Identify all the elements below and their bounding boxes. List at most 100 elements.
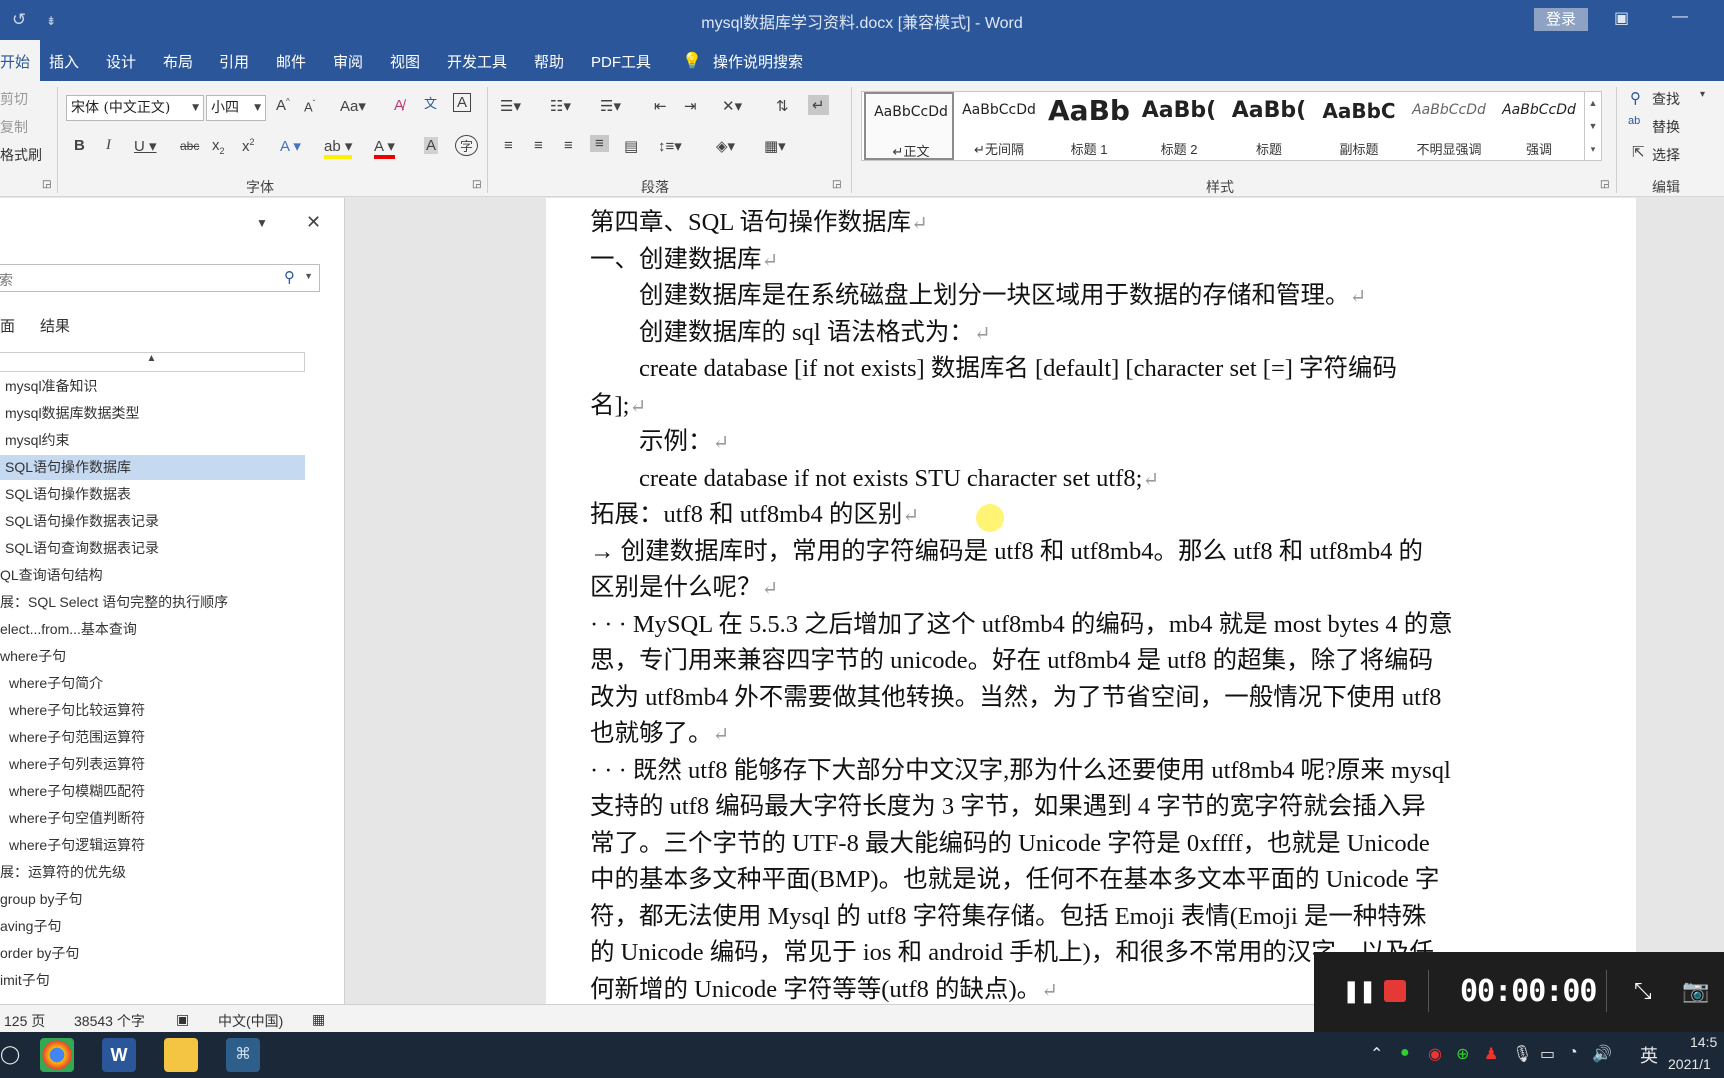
nav-item[interactable]: imit子句 bbox=[0, 968, 305, 993]
nav-item[interactable]: where子句简介 bbox=[0, 671, 305, 696]
dialog-launcher-icon[interactable]: ◲ bbox=[42, 179, 51, 190]
style-subtle-emphasis[interactable]: AaBbCcDd 不明显强调 bbox=[1404, 92, 1494, 160]
nav-item[interactable]: where子句 bbox=[0, 644, 305, 669]
enclose-characters-icon[interactable]: 字 bbox=[455, 135, 479, 156]
nav-item[interactable]: aving子句 bbox=[0, 914, 305, 939]
style-heading-1[interactable]: AaBb 标题 1 bbox=[1044, 92, 1134, 160]
copy-button[interactable]: 复制 bbox=[0, 117, 28, 137]
dialog-launcher-icon[interactable]: ◲ bbox=[1600, 179, 1609, 190]
shading-icon[interactable]: ◈▾ bbox=[716, 137, 735, 155]
pane-options-icon[interactable]: ▼ bbox=[256, 216, 268, 230]
style-subtitle[interactable]: AaBbC 副标题 bbox=[1314, 92, 1404, 160]
app-icon[interactable]: ⌘ bbox=[226, 1038, 260, 1072]
chrome-icon[interactable] bbox=[40, 1038, 74, 1072]
record-tray-icon[interactable]: ◉ bbox=[1428, 1044, 1442, 1064]
more-styles-icon[interactable]: ▾ bbox=[1585, 138, 1601, 161]
tab-review[interactable]: 审阅 bbox=[333, 51, 363, 72]
nav-item[interactable]: elect...from...基本查询 bbox=[0, 617, 305, 642]
underline-icon[interactable]: U ▾ bbox=[134, 137, 157, 155]
tray-app-icon[interactable]: ♟ bbox=[1484, 1044, 1498, 1064]
camera-icon[interactable]: 📷 bbox=[1682, 978, 1709, 1004]
nav-item[interactable]: SQL语句操作数据表记录 bbox=[0, 509, 305, 534]
show-hidden-icons[interactable]: ⌃ bbox=[1370, 1044, 1383, 1064]
nav-item[interactable]: where子句模糊匹配符 bbox=[0, 779, 305, 804]
word-count[interactable]: 38543 个字 bbox=[74, 1011, 145, 1031]
highlight-color-icon[interactable]: ab ▾ bbox=[324, 137, 353, 159]
network-icon[interactable]: ◔ bbox=[1568, 1044, 1578, 1062]
start-icon[interactable]: ◯ bbox=[0, 1044, 20, 1065]
nav-item[interactable]: where子句范围运算符 bbox=[0, 725, 305, 750]
search-icon[interactable]: ⚲ bbox=[284, 268, 295, 286]
chevron-down-icon[interactable]: ▼ bbox=[304, 271, 313, 281]
nav-item[interactable]: where子句列表运算符 bbox=[0, 752, 305, 777]
scroll-up-icon[interactable]: ▲ bbox=[1585, 92, 1601, 115]
nav-item[interactable]: where子句逻辑运算符 bbox=[0, 833, 305, 858]
style-normal[interactable]: AaBbCcDd ↵正文 bbox=[864, 92, 954, 160]
input-method[interactable]: 英 bbox=[1640, 1042, 1658, 1068]
increase-indent-icon[interactable]: ⇥ bbox=[684, 97, 697, 115]
distributed-icon[interactable]: ▤ bbox=[624, 137, 638, 155]
nav-item[interactable]: mysql数据库数据类型 bbox=[0, 401, 305, 426]
nav-item[interactable]: order by子句 bbox=[0, 941, 305, 966]
text-effects-icon[interactable]: A ▾ bbox=[280, 137, 301, 155]
tab-pages[interactable]: 面 bbox=[0, 315, 15, 336]
word-icon[interactable]: W bbox=[102, 1038, 136, 1072]
nav-item[interactable]: 展：SQL Select 语句完整的执行顺序 bbox=[0, 590, 305, 615]
style-emphasis[interactable]: AaBbCcDd 强调 bbox=[1494, 92, 1584, 160]
chinese-layout-icon[interactable]: ✕▾ bbox=[722, 97, 742, 115]
select-button[interactable]: 选择 bbox=[1652, 145, 1680, 165]
login-button[interactable]: 登录 bbox=[1534, 8, 1588, 31]
nav-item-selected[interactable]: SQL语句操作数据库 bbox=[0, 455, 305, 480]
proofing-icon[interactable]: ▣ bbox=[176, 1011, 189, 1028]
file-explorer-icon[interactable] bbox=[164, 1038, 198, 1072]
nav-item[interactable]: where子句空值判断符 bbox=[0, 806, 305, 831]
battery-icon[interactable]: ▭ bbox=[1540, 1044, 1555, 1064]
sort-icon[interactable]: ⇅ bbox=[776, 97, 789, 115]
change-case-icon[interactable]: Aa▾ bbox=[340, 97, 366, 115]
ribbon-display-options-icon[interactable]: ▣ bbox=[1614, 8, 1629, 28]
align-left-icon[interactable]: ≡ bbox=[504, 137, 513, 154]
tab-pdf-tools[interactable]: PDF工具 bbox=[591, 51, 651, 72]
microphone-icon[interactable]: 🎙 bbox=[1512, 1044, 1532, 1064]
justify-icon[interactable]: ≡ bbox=[590, 135, 609, 152]
nav-item[interactable]: mysql准备知识 bbox=[0, 374, 305, 399]
nav-item[interactable]: mysql约束 bbox=[0, 428, 305, 453]
format-painter-button[interactable]: 格式刷 bbox=[0, 145, 42, 165]
bold-icon[interactable]: B bbox=[74, 137, 85, 154]
nav-item[interactable]: 展：运算符的优先级 bbox=[0, 860, 305, 885]
tab-home[interactable]: 开始 bbox=[0, 40, 41, 81]
italic-icon[interactable]: I bbox=[106, 137, 111, 154]
pause-icon[interactable]: ❚❚ bbox=[1342, 978, 1377, 1004]
clock-date[interactable]: 2021/1 bbox=[1668, 1056, 1711, 1072]
tab-view[interactable]: 视图 bbox=[390, 51, 420, 72]
collapse-icon[interactable]: ⤡ bbox=[1634, 978, 1652, 1004]
tab-mailings[interactable]: 邮件 bbox=[276, 51, 306, 72]
style-title[interactable]: AaBb(标题 bbox=[1224, 92, 1314, 160]
align-right-icon[interactable]: ≡ bbox=[564, 137, 573, 154]
tab-layout[interactable]: 布局 bbox=[163, 51, 193, 72]
nav-item[interactable]: SQL语句操作数据表 bbox=[0, 482, 305, 507]
character-shading-icon[interactable]: A bbox=[424, 137, 439, 154]
scroll-down-icon[interactable]: ▼ bbox=[1585, 115, 1601, 138]
chevron-down-icon[interactable]: ▾ bbox=[1700, 89, 1705, 100]
align-center-icon[interactable]: ≡ bbox=[534, 137, 543, 154]
style-heading-2[interactable]: AaBb(标题 2 bbox=[1134, 92, 1224, 160]
line-spacing-icon[interactable]: ↕≡▾ bbox=[658, 137, 682, 155]
tab-results[interactable]: 结果 bbox=[40, 315, 70, 336]
nav-search-input[interactable]: 索 ⚲ ▼ bbox=[0, 264, 320, 292]
collapse-all-icon[interactable]: ▲ bbox=[0, 352, 305, 372]
font-name-combo[interactable]: 宋体 (中文正文) ▼ bbox=[66, 95, 204, 121]
borders-icon[interactable]: ▦▾ bbox=[764, 137, 786, 155]
grow-font-icon[interactable]: A^ bbox=[276, 97, 290, 114]
shrink-font-icon[interactable]: Aˇ bbox=[304, 99, 315, 114]
dialog-launcher-icon[interactable]: ◲ bbox=[472, 179, 481, 190]
dialog-launcher-icon[interactable]: ◲ bbox=[832, 179, 841, 190]
tab-developer[interactable]: 开发工具 bbox=[447, 51, 507, 72]
replace-button[interactable]: 替换 bbox=[1652, 117, 1680, 137]
close-icon[interactable]: ✕ bbox=[306, 212, 321, 233]
nav-item[interactable]: group by子句 bbox=[0, 887, 305, 912]
subscript-icon[interactable]: x2 bbox=[212, 137, 225, 156]
decrease-indent-icon[interactable]: ⇤ bbox=[654, 97, 667, 115]
numbering-icon[interactable]: ☷▾ bbox=[550, 97, 571, 115]
font-color-icon[interactable]: A ▾ bbox=[374, 137, 395, 159]
